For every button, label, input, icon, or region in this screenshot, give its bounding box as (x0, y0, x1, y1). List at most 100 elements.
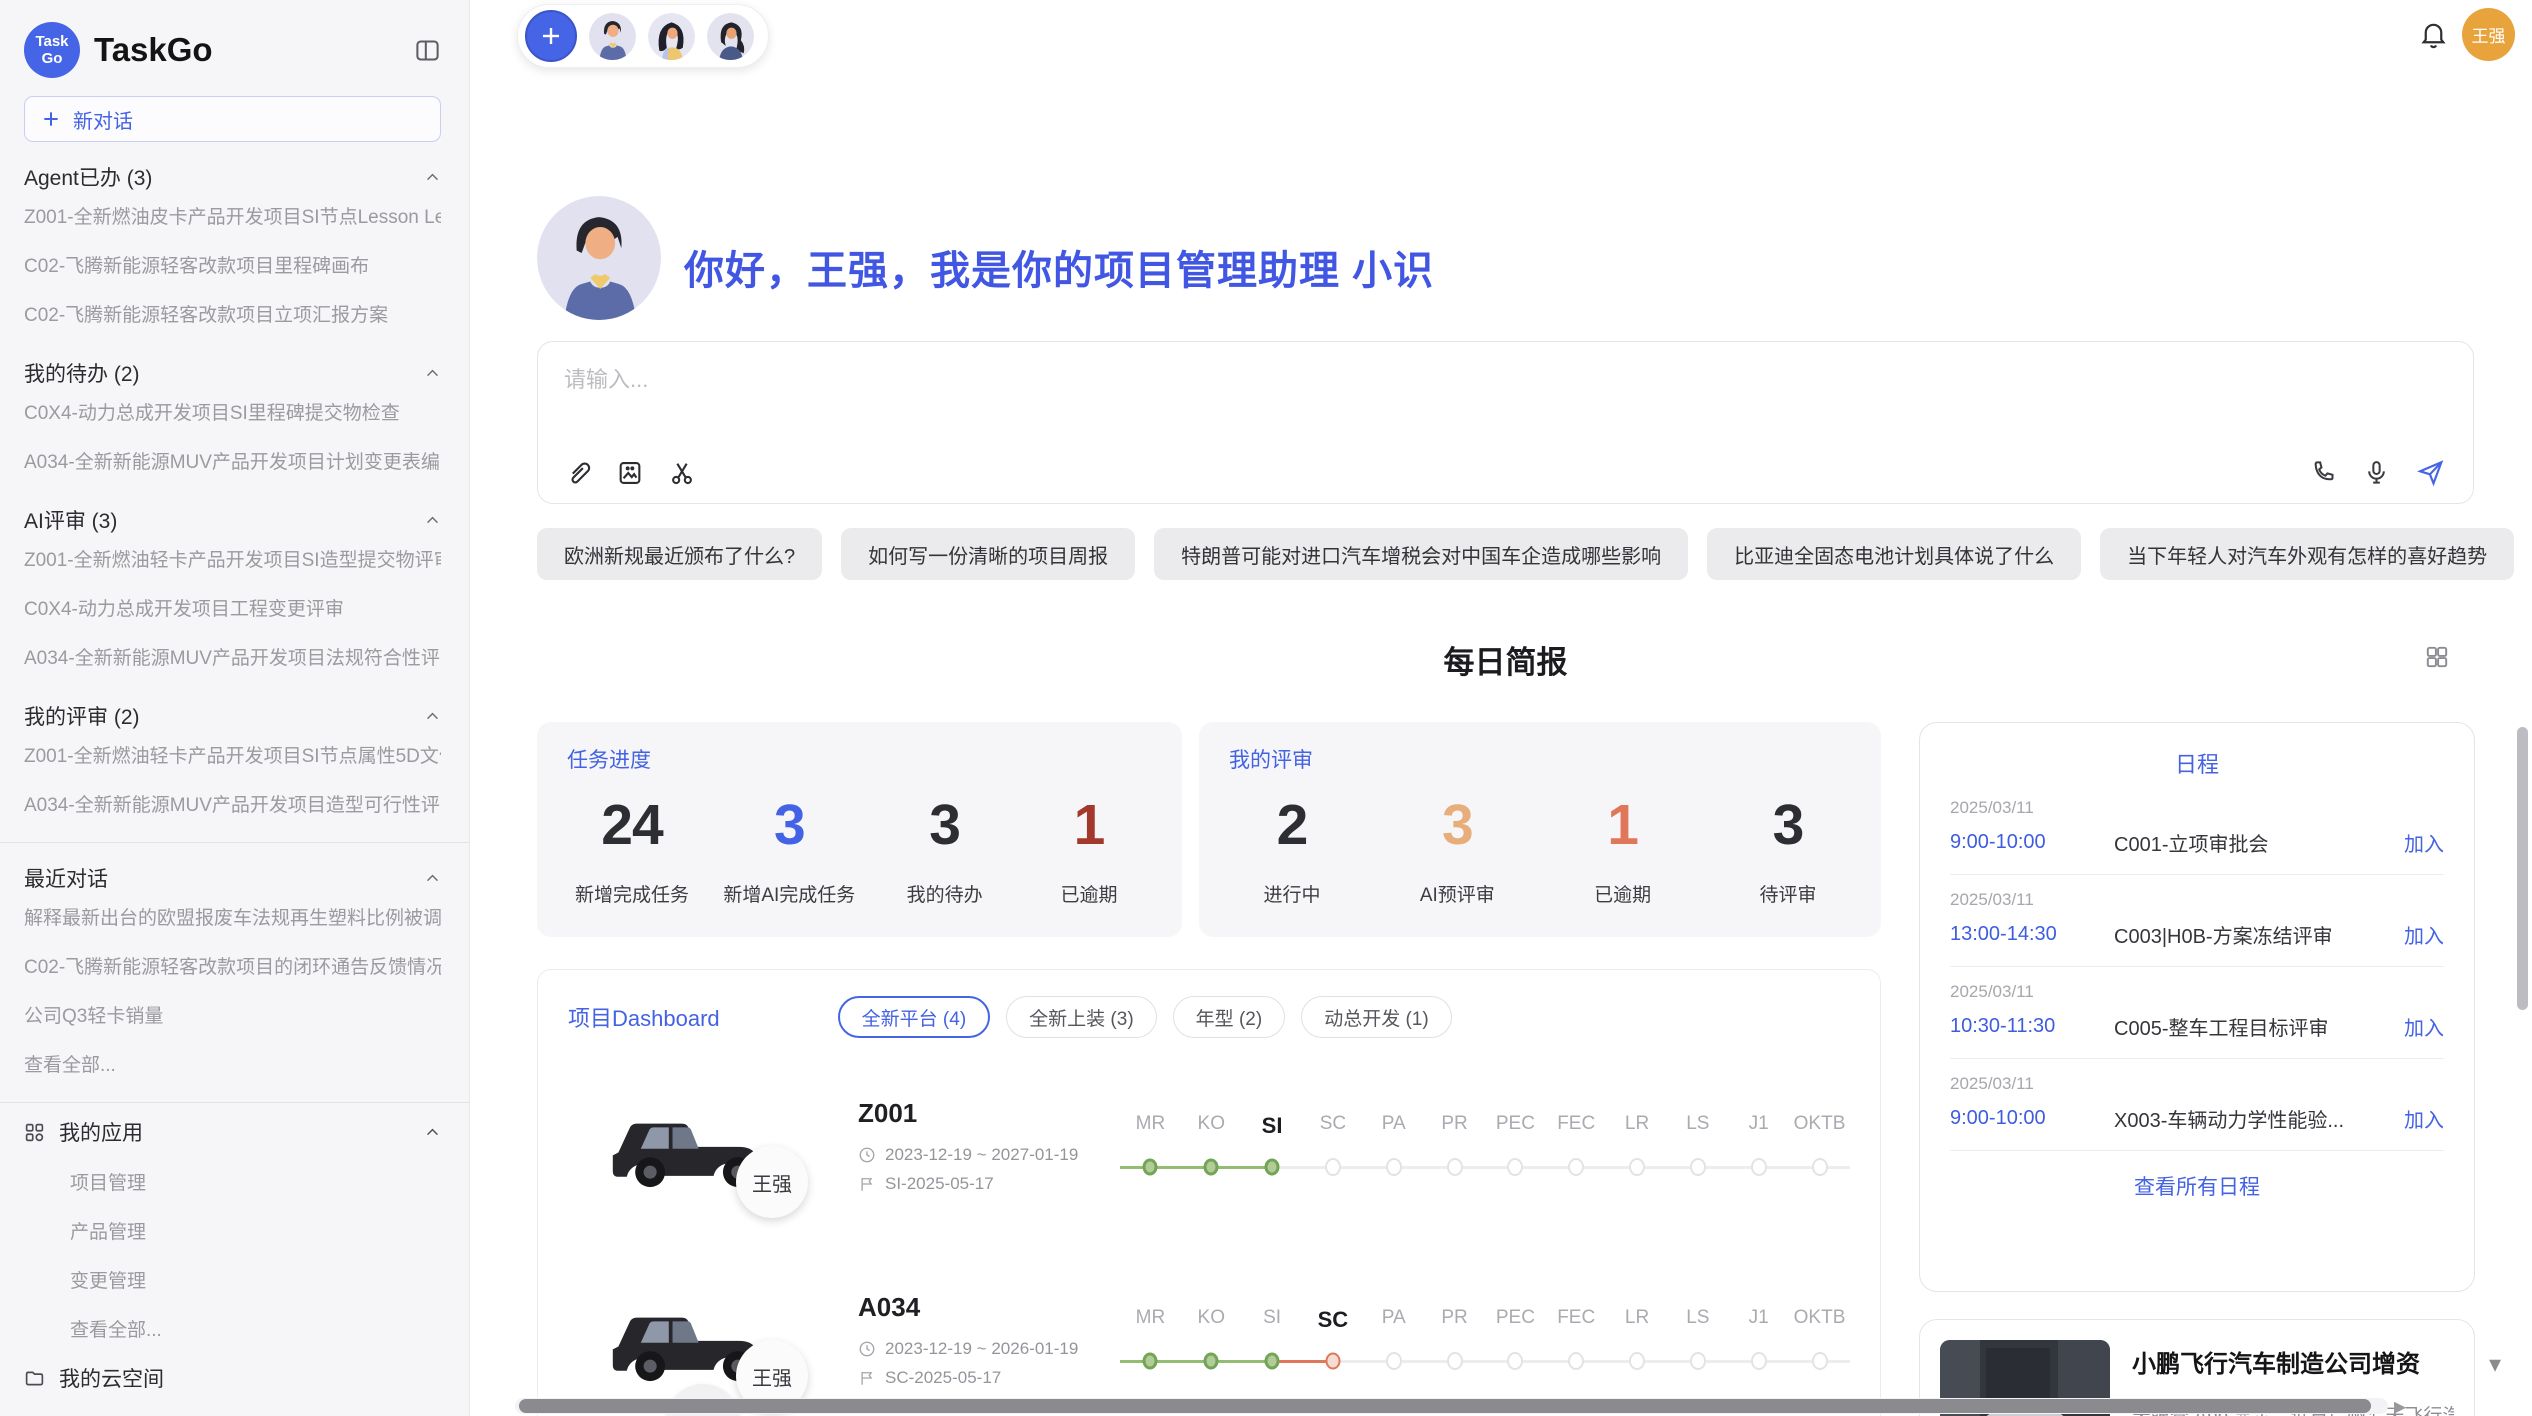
conversation-item[interactable]: Z001-全新燃油轻卡产品开发项目SI节点属性5D文件评审 (24, 730, 441, 779)
sidebar-item-my-apps[interactable]: 我的应用 (24, 1107, 441, 1157)
dashboard-tab[interactable]: 年型 (2) (1173, 996, 1286, 1038)
section-recent-chats[interactable]: 最近对话 (24, 864, 441, 892)
section-my-review[interactable]: 我的评审 (2) (24, 702, 441, 730)
dashboard-title: 项目Dashboard (568, 1001, 720, 1033)
project-row[interactable]: 王强 A034 2023-12-19 ~ 2026-01-19 SC-2025-… (568, 1254, 1850, 1416)
milestone-dot (1265, 1353, 1280, 1370)
horizontal-scrollbar[interactable] (515, 1398, 2388, 1414)
card-title: 任务进度 (567, 744, 1152, 774)
milestone-label: LR (1607, 1307, 1668, 1333)
event-date: 2025/03/11 (1950, 798, 2444, 818)
conversation-item[interactable]: C0X4-动力总成开发项目SI里程碑提交物检查 (24, 387, 441, 436)
sidebar-item-favorites[interactable]: 我的收藏 (24, 1403, 441, 1416)
agent-avatar[interactable] (707, 13, 754, 60)
view-all-apps-link[interactable]: 查看全部... (24, 1304, 441, 1353)
conversation-item[interactable]: C02-飞腾新能源轻客改款项目立项汇报方案 (24, 289, 441, 338)
join-meeting-link[interactable]: 加入 (2404, 828, 2444, 857)
chevron-up-icon (424, 365, 441, 382)
suggestion-chip[interactable]: 当下年轻人对汽车外观有怎样的喜好趋势 (2100, 528, 2514, 580)
dashboard-tab[interactable]: 全新平台 (4) (838, 996, 991, 1038)
schedule-card: 日程 2025/03/11 9:00-10:00 C001-立项审批会 加入 2… (1919, 722, 2475, 1292)
news-title: 小鹏飞行汽车制造公司增资 (2132, 1344, 2454, 1379)
suggestion-chip[interactable]: 如何写一份清晰的项目周报 (841, 528, 1135, 580)
notifications-bell-icon[interactable] (2418, 19, 2449, 50)
dashboard-tab[interactable]: 动总开发 (1) (1301, 996, 1452, 1038)
project-next-milestone: SC-2025-05-17 (885, 1368, 1001, 1388)
horizontal-scrollbar-thumb[interactable] (519, 1399, 2371, 1413)
stat-value: 3 (1402, 792, 1512, 858)
suggestion-chip[interactable]: 特朗普可能对进口汽车增税会对中国车企造成哪些影响 (1154, 528, 1688, 580)
conversation-item[interactable]: A034-全新新能源MUV产品开发项目造型可行性评审 (24, 779, 441, 828)
phone-icon[interactable] (2310, 459, 2337, 486)
new-chat-button[interactable]: 新对话 (24, 96, 441, 142)
user-avatar[interactable]: 王强 (2462, 8, 2515, 61)
conversation-item[interactable]: C02-飞腾新能源轻客改款项目里程碑画布 (24, 240, 441, 289)
milestone-dot (1507, 1158, 1523, 1176)
milestone-dot (1690, 1158, 1706, 1176)
chevron-up-icon (424, 708, 441, 725)
image-icon[interactable] (616, 459, 644, 487)
milestone-dot (1265, 1159, 1280, 1176)
attachment-icon[interactable] (564, 459, 592, 487)
quick-access-bar (517, 4, 769, 68)
view-all-schedule-link[interactable]: 查看所有日程 (1950, 1171, 2444, 1201)
assistant-avatar (537, 196, 661, 320)
project-row[interactable]: 王强 Z001 2023-12-19 ~ 2027-01-19 SI-2025-… (568, 1060, 1850, 1232)
milestone-dot (1386, 1352, 1402, 1370)
milestone-label: FEC (1546, 1113, 1607, 1139)
project-owner-badge: 王强 (736, 1146, 808, 1218)
scroll-down-arrow-icon[interactable]: ▾ (2489, 1350, 2501, 1379)
conversation-item[interactable]: 公司Q3轻卡销量 (24, 990, 441, 1039)
app-link-project-mgmt[interactable]: 项目管理 (24, 1157, 441, 1206)
join-meeting-link[interactable]: 加入 (2404, 920, 2444, 949)
view-all-chats-link[interactable]: 查看全部... (24, 1039, 441, 1088)
conversation-item[interactable]: 解释最新出台的欧盟报废车法规再生塑料比例被调至15%... (24, 892, 441, 941)
join-meeting-link[interactable]: 加入 (2404, 1104, 2444, 1133)
conversation-item[interactable]: A034-全新新能源MUV产品开发项目法规符合性评审 (24, 632, 441, 681)
section-ai-review[interactable]: AI评审 (3) (24, 506, 441, 534)
stat-new-ai-done: 3 新增AI完成任务 (723, 792, 855, 907)
agent-avatar[interactable] (648, 13, 695, 60)
layout-grid-icon[interactable] (2424, 644, 2450, 670)
milestone-dot (1204, 1159, 1219, 1176)
conversation-item[interactable]: C0X4-动力总成开发项目工程变更评审 (24, 583, 441, 632)
section-title: 我的待办 (2) (24, 358, 140, 388)
chevron-up-icon (424, 1124, 441, 1141)
send-icon[interactable] (2416, 458, 2445, 487)
section-agent-done[interactable]: Agent已办 (3) (24, 163, 441, 191)
chevron-up-icon (424, 870, 441, 887)
greeting-text: 你好，王强，我是你的项目管理助理 小识 (684, 238, 1434, 296)
conversation-item[interactable]: Z001-全新燃油皮卡产品开发项目SI节点Lesson Learn报告 (24, 191, 441, 240)
stat-label: 新增完成任务 (575, 880, 689, 907)
chat-input[interactable] (564, 362, 2424, 432)
vertical-scrollbar-thumb[interactable] (2517, 727, 2528, 1010)
clock-icon (858, 1340, 876, 1358)
sidebar-item-cloud-space[interactable]: 我的云空间 (24, 1353, 441, 1403)
conversation-item[interactable]: Z001-全新燃油轻卡产品开发项目SI造型提交物评审 (24, 534, 441, 583)
agent-avatar[interactable] (589, 13, 636, 60)
new-chat-label: 新对话 (73, 105, 133, 134)
card-title: 我的评审 (1229, 744, 1851, 774)
scroll-right-arrow-icon[interactable]: ▸ (2394, 1392, 2406, 1416)
suggestion-chip[interactable]: 欧洲新规最近颁布了什么? (537, 528, 822, 580)
join-meeting-link[interactable]: 加入 (2404, 1012, 2444, 1041)
conversation-item[interactable]: C02-飞腾新能源轻客改款项目的闭环通告反馈情况 (24, 941, 441, 990)
stat-new-done: 24 新增完成任务 (575, 792, 689, 907)
app-link-product-mgmt[interactable]: 产品管理 (24, 1206, 441, 1255)
conversation-item[interactable]: A034-全新新能源MUV产品开发项目计划变更表编写 (24, 436, 441, 485)
scissors-icon[interactable] (668, 459, 696, 487)
project-dashboard-card: 项目Dashboard 全新平台 (4) 全新上装 (3) 年型 (2) 动总开… (537, 969, 1881, 1416)
milestone-label: PA (1363, 1307, 1424, 1333)
dashboard-tab[interactable]: 全新上装 (3) (1006, 996, 1157, 1038)
sidebar-divider (0, 1102, 469, 1103)
section-my-todo[interactable]: 我的待办 (2) (24, 359, 441, 387)
app-link-change-mgmt[interactable]: 变更管理 (24, 1255, 441, 1304)
milestone-dot (1325, 1353, 1340, 1370)
event-name: C001-立项审批会 (2102, 828, 2404, 857)
suggestion-chip[interactable]: 比亚迪全固态电池计划具体说了什么 (1707, 528, 2081, 580)
collapse-panel-icon[interactable] (414, 37, 441, 64)
app-window: Task Go TaskGo 新对话 Agent已办 (3) Z001-全新燃油… (0, 0, 2532, 1416)
stat-pending-review: 3 待评审 (1733, 792, 1843, 907)
microphone-icon[interactable] (2363, 459, 2390, 486)
add-agent-button[interactable] (525, 10, 577, 62)
